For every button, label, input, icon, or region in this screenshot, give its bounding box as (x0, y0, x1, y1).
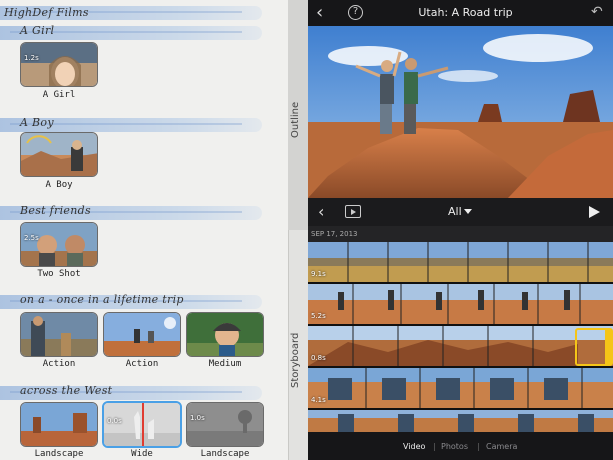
question-circle-icon[interactable]: ? (348, 5, 363, 20)
tab-camera[interactable]: Camera (486, 442, 517, 451)
section-heading[interactable]: A Girl (20, 24, 54, 37)
viewer-frame (308, 26, 613, 198)
clip-caption: Landscape (200, 449, 250, 459)
bottom-tab-bar: Video | Photos | Camera (308, 432, 613, 460)
media-browser: 9.1s 5.2s 0.8s 4.1s (308, 242, 613, 432)
clip-caption: A Boy (45, 180, 73, 190)
section-heading[interactable]: across the West (20, 384, 112, 397)
filter-dropdown[interactable]: All (448, 205, 462, 218)
clip-caption: Two Shot (37, 269, 81, 279)
clip-placeholder-image (187, 403, 263, 446)
clip-duration: 1.2s (24, 54, 39, 62)
tab-video[interactable]: Video (403, 442, 425, 451)
section-heading[interactable]: Best friends (20, 204, 91, 217)
clip-duration: 0.0s (107, 417, 122, 425)
clip-image (104, 313, 180, 356)
play-fullscreen-icon[interactable] (345, 205, 361, 218)
clip-strip[interactable] (308, 326, 613, 366)
clip-caption: Landscape (34, 449, 84, 459)
date-label: SEP 17, 2013 (311, 230, 358, 238)
video-viewer[interactable] (308, 26, 613, 198)
clip-caption: A Girl (42, 90, 76, 100)
date-header: SEP 17, 2013 (308, 226, 613, 242)
clip-thumbnail[interactable] (20, 132, 98, 177)
project-label: HighDef Films (4, 6, 89, 19)
clip-caption: Action (125, 359, 159, 369)
playback-control-bar: ‹ All (308, 198, 613, 226)
play-icon[interactable] (589, 206, 600, 218)
clip-caption: Wide (131, 449, 153, 459)
clip-thumbnail[interactable] (103, 312, 181, 357)
tab-outline[interactable]: Outline (290, 88, 308, 138)
undo-icon[interactable]: ↶ (591, 4, 609, 22)
clip-strip[interactable] (308, 242, 613, 282)
clip-thumbnail[interactable] (186, 312, 264, 357)
section-heading[interactable]: on a - once in a lifetime trip (20, 293, 184, 306)
clip-image (21, 403, 97, 446)
clip-duration: 4.1s (311, 396, 326, 404)
clip-duration: 0.8s (311, 354, 326, 362)
caret-down-icon[interactable] (464, 209, 472, 214)
clip-image (21, 223, 97, 266)
clip-duration: 9.1s (311, 270, 326, 278)
clip-duration: 2.5s (24, 234, 39, 242)
section-heading[interactable]: A Boy (20, 116, 54, 129)
tab-separator: | (433, 442, 436, 451)
clip-thumbnail[interactable]: 1.0s (186, 402, 264, 447)
chevron-left-icon[interactable]: ‹ (318, 202, 324, 221)
clip-duration: 5.2s (311, 312, 326, 320)
tab-storyboard[interactable]: Storyboard (290, 318, 308, 388)
media-filmstrips (308, 242, 613, 432)
clip-duration: 1.0s (190, 414, 205, 422)
clip-selection-handle[interactable] (575, 328, 613, 366)
chevron-left-icon[interactable]: ‹ (316, 3, 336, 23)
tab-photos[interactable]: Photos (441, 442, 468, 451)
clip-thumbnail[interactable] (20, 312, 98, 357)
clip-caption: Medium (208, 359, 242, 369)
top-bar: ‹ ? Utah: A Road trip ↶ (308, 0, 613, 26)
editor-pane: ‹ ? Utah: A Road trip ↶ ‹ All SEP 17, 20… (308, 0, 613, 460)
clip-thumbnail[interactable]: 2.5s (20, 222, 98, 267)
clip-strip[interactable] (308, 368, 613, 408)
clip-strip[interactable] (308, 410, 613, 432)
clip-caption: Action (42, 359, 76, 369)
clip-thumbnail[interactable]: 1.2s (20, 42, 98, 87)
clip-image (21, 43, 97, 86)
clip-image (21, 313, 97, 356)
clip-thumbnail-selected[interactable]: 0.0s (102, 401, 182, 448)
clip-thumbnail[interactable] (20, 402, 98, 447)
tab-separator: | (477, 442, 480, 451)
project-title: Utah: A Road trip (418, 6, 513, 19)
storyboard-pane: HighDef Films A Girl 1.2s A Girl A Boy A… (0, 0, 290, 460)
clip-strip[interactable] (308, 284, 613, 324)
clip-image (21, 133, 97, 176)
clip-image (187, 313, 263, 356)
